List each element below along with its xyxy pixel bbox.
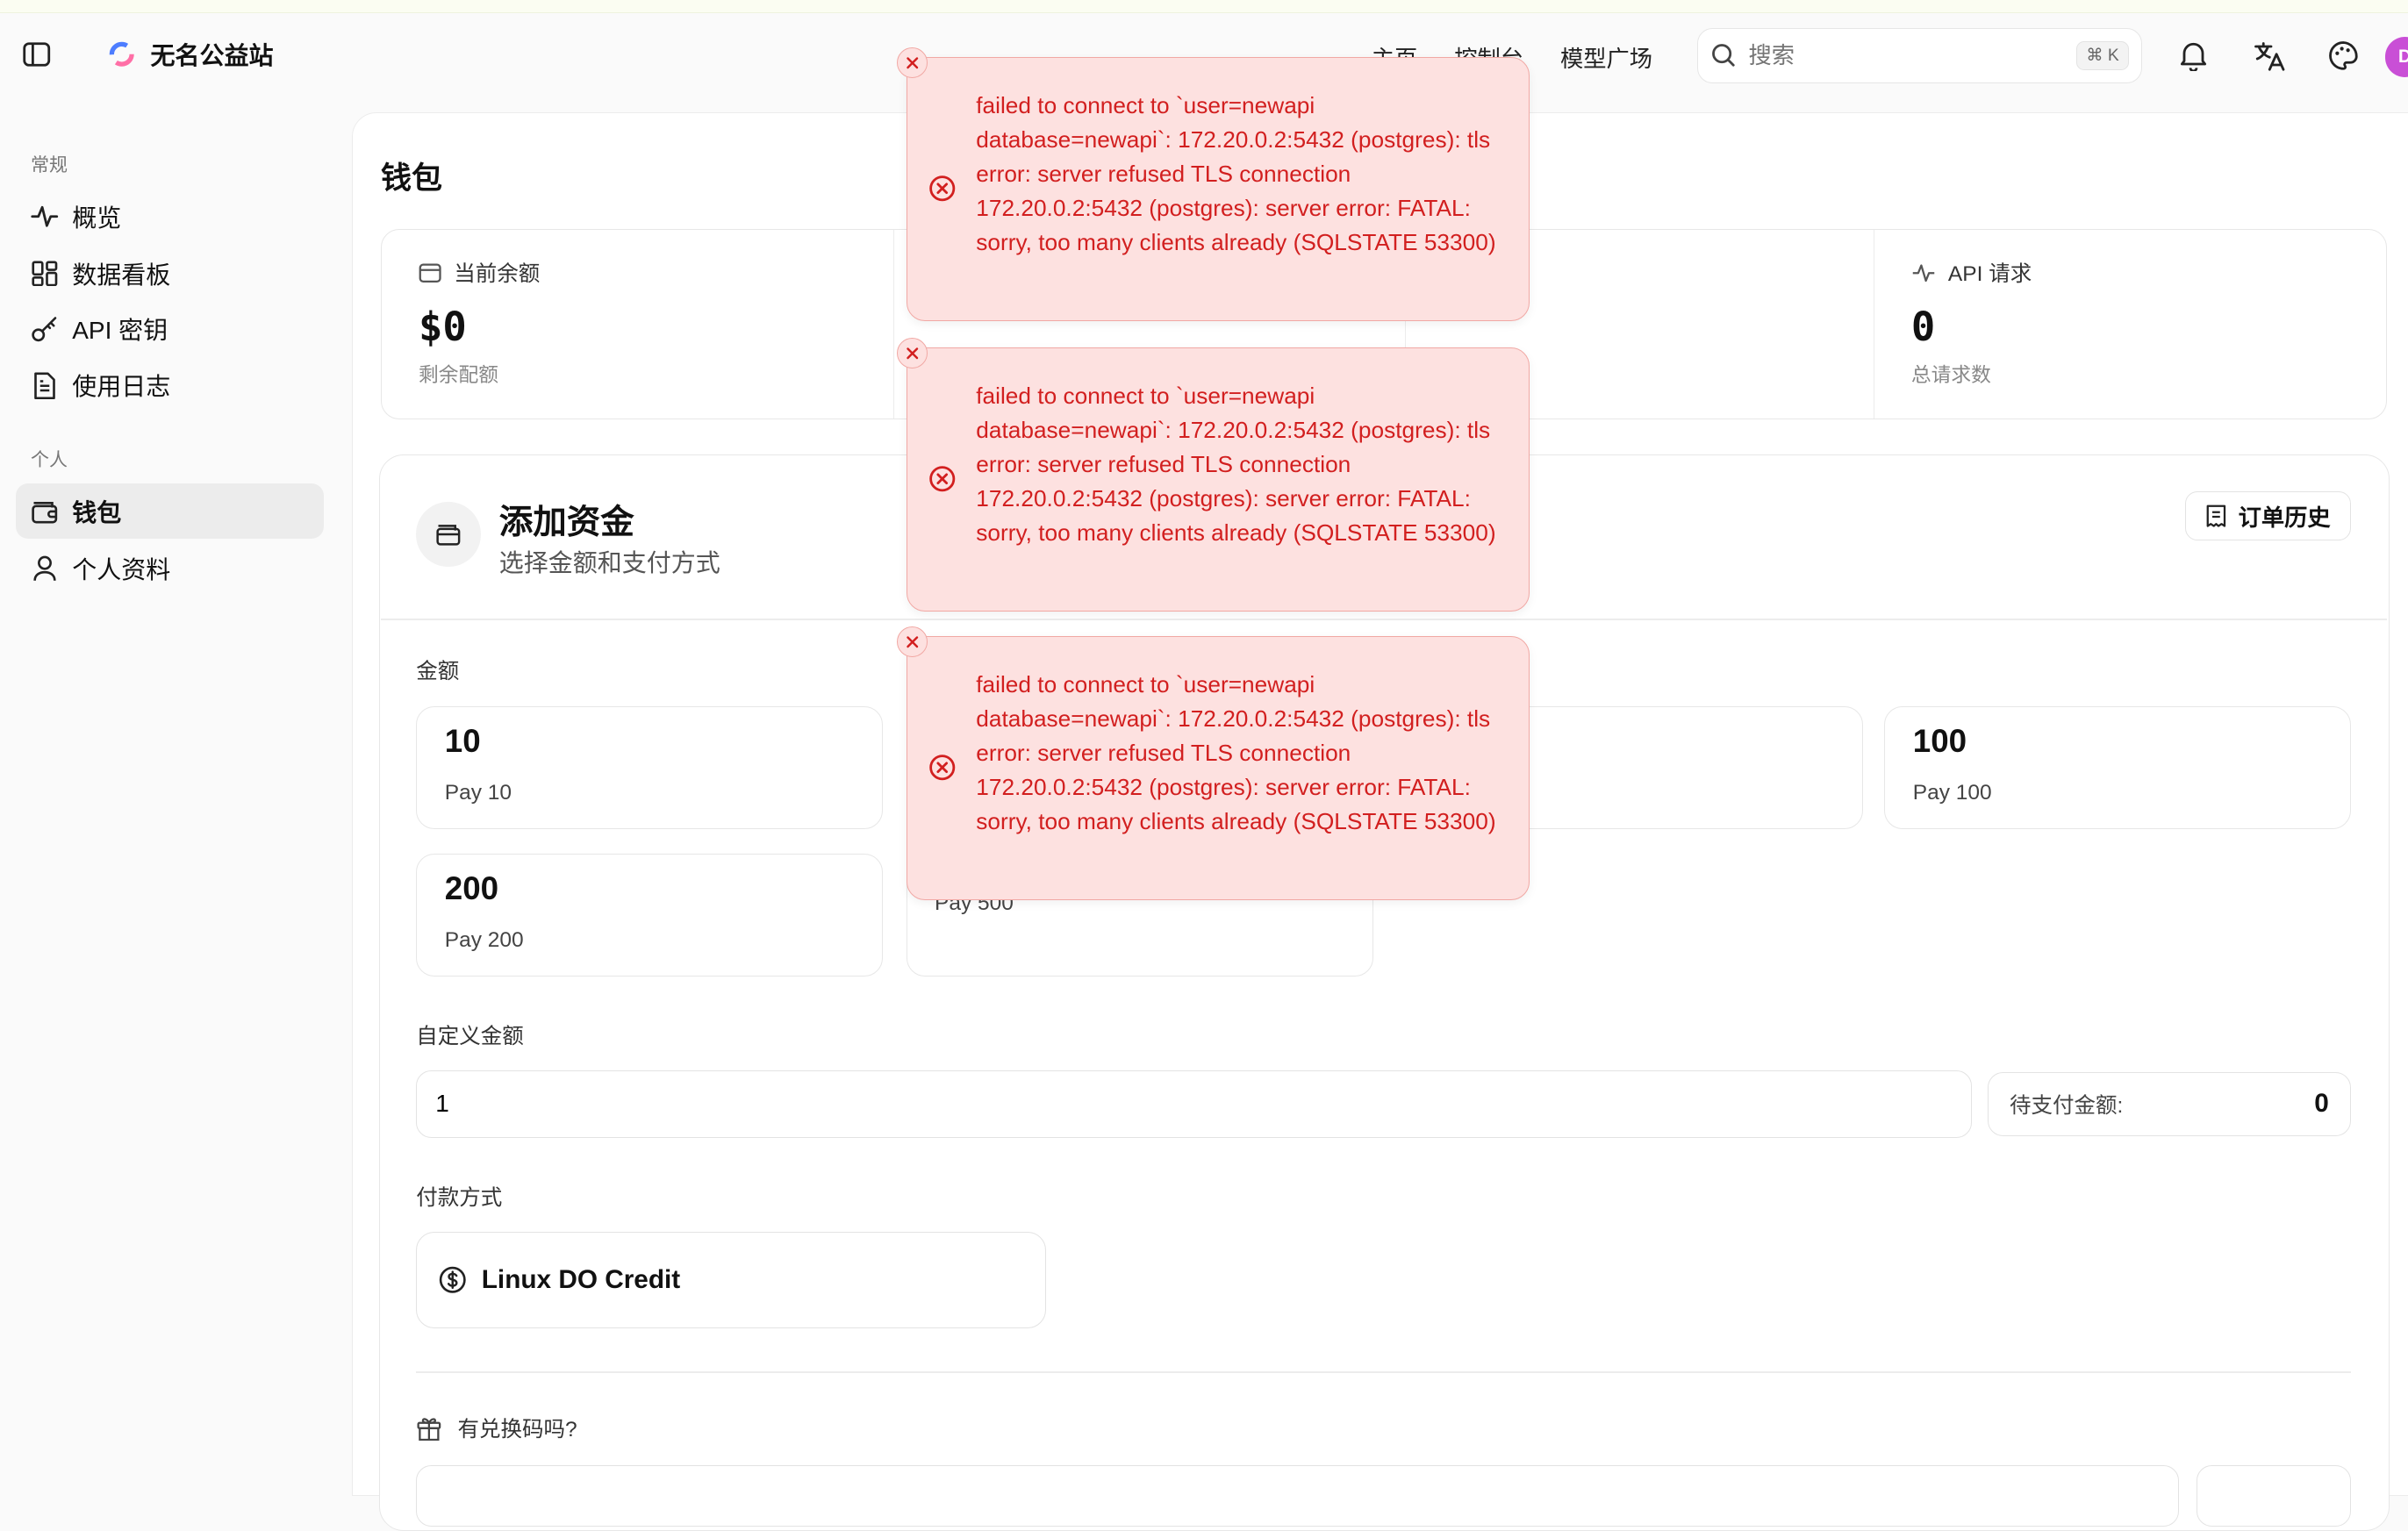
activity-icon xyxy=(31,203,59,231)
amount-option-200[interactable]: 200 Pay 200 xyxy=(416,854,884,977)
sidebar-section-general: 常规 xyxy=(31,154,68,175)
search-box[interactable]: ⌘ K xyxy=(1696,27,2143,83)
stat-label: 当前余额 xyxy=(454,262,541,287)
amount-value: 200 xyxy=(444,869,499,906)
sidebar-item-wallet[interactable]: 钱包 xyxy=(15,483,325,540)
search-icon xyxy=(1710,42,1737,68)
topup-card xyxy=(379,454,2390,1531)
top-progress-strip xyxy=(0,0,2408,13)
error-circle-icon xyxy=(928,754,957,782)
topup-title: 添加资金 xyxy=(498,503,634,541)
order-history-label: 订单历史 xyxy=(2238,504,2331,531)
close-icon[interactable] xyxy=(897,626,928,657)
section-divider xyxy=(416,1370,2352,1373)
sidebar-section-personal: 个人 xyxy=(31,449,68,470)
sidebar-item-label: 个人资料 xyxy=(72,555,171,583)
error-toast: failed to connect to `user=newapi databa… xyxy=(906,635,1530,900)
redeem-label: 有兑换码吗? xyxy=(457,1418,577,1442)
sidebar-item-profile[interactable]: 个人资料 xyxy=(16,540,325,596)
error-message: failed to connect to `user=newapi databa… xyxy=(976,91,1496,255)
wallet-icon xyxy=(419,262,441,284)
close-icon[interactable] xyxy=(897,338,928,368)
stat-label: API 请求 xyxy=(1947,262,2032,287)
card-divider xyxy=(381,619,2387,620)
stat-value: 0 xyxy=(1910,303,1936,350)
amount-option-10[interactable]: 10 Pay 10 xyxy=(416,706,884,829)
error-toast: failed to connect to `user=newapi databa… xyxy=(906,56,1530,321)
order-history-button[interactable]: 订单历史 xyxy=(2185,491,2352,540)
amount-label: 金额 xyxy=(416,659,460,683)
translate-icon[interactable] xyxy=(2252,37,2289,74)
redeem-button[interactable] xyxy=(2196,1464,2352,1527)
pending-value: 0 xyxy=(2314,1089,2329,1119)
search-input[interactable] xyxy=(1745,39,2059,71)
site-name[interactable]: 无名公益站 xyxy=(151,37,274,72)
custom-amount-label: 自定义金额 xyxy=(416,1025,524,1048)
sidebar-item-overview[interactable]: 概览 xyxy=(16,189,325,244)
amount-option-100[interactable]: 100 Pay 100 xyxy=(1884,706,2352,829)
stat-sub: 总请求数 xyxy=(1910,363,1991,387)
dashboard-icon xyxy=(31,260,59,288)
redeem-code-section: 有兑换码吗? xyxy=(416,1413,577,1443)
amount-value: 100 xyxy=(1912,722,1967,759)
sidebar-item-label: API 密钥 xyxy=(72,316,168,344)
stat-value: $0 xyxy=(419,303,467,350)
wallet-icon xyxy=(31,497,59,526)
palette-icon[interactable] xyxy=(2326,37,2362,74)
topup-subtitle: 选择金额和支付方式 xyxy=(498,548,720,576)
sidebar-toggle-icon[interactable] xyxy=(22,39,53,70)
site-logo-icon xyxy=(108,40,136,68)
error-toast: failed to connect to `user=newapi databa… xyxy=(906,347,1530,612)
pending-amount: 待支付金额: 0 xyxy=(1987,1071,2352,1136)
payment-method-label: 付款方式 xyxy=(416,1185,503,1210)
activity-icon xyxy=(1911,262,1936,284)
error-circle-icon xyxy=(928,175,957,203)
amount-pay: Pay 10 xyxy=(444,781,512,805)
user-icon xyxy=(31,554,59,583)
receipt-icon xyxy=(2206,504,2226,527)
sidebar-item-label: 使用日志 xyxy=(72,373,171,401)
sidebar-item-usage-logs[interactable]: 使用日志 xyxy=(16,358,325,413)
file-text-icon xyxy=(31,371,59,400)
sidebar-item-label: 钱包 xyxy=(72,498,122,526)
avatar[interactable]: D xyxy=(2384,37,2408,77)
payment-method-option[interactable]: Linux DO Credit xyxy=(416,1231,1046,1328)
dollar-circle-icon xyxy=(439,1266,467,1294)
sidebar-item-label: 概览 xyxy=(72,204,122,232)
amount-pay: Pay 200 xyxy=(444,928,524,952)
sidebar-item-label: 数据看板 xyxy=(72,261,171,289)
error-message: failed to connect to `user=newapi databa… xyxy=(976,670,1496,834)
search-shortcut: ⌘ K xyxy=(2075,40,2130,70)
wallet-icon xyxy=(416,502,481,567)
amount-value: 10 xyxy=(444,722,481,759)
amount-pay: Pay 100 xyxy=(1912,781,1992,805)
page-title: 钱包 xyxy=(381,161,443,196)
payment-method-name: Linux DO Credit xyxy=(481,1264,681,1294)
nav-model-square[interactable]: 模型广场 xyxy=(1560,40,1652,74)
key-icon xyxy=(31,315,59,343)
header-brand: 无名公益站 xyxy=(22,37,274,72)
error-circle-icon xyxy=(928,465,957,493)
stat-current-balance: 当前余额 $0 剩余配额 xyxy=(382,229,894,419)
sidebar-item-dashboard[interactable]: 数据看板 xyxy=(16,246,325,301)
custom-amount-input[interactable] xyxy=(416,1070,1972,1138)
pending-label: 待支付金额: xyxy=(2010,1093,2124,1118)
sidebar-item-api-keys[interactable]: API 密钥 xyxy=(16,301,325,356)
gift-icon xyxy=(416,1415,442,1442)
stat-api-requests: API 请求 0 总请求数 xyxy=(1874,230,2386,419)
stat-sub: 剩余配额 xyxy=(419,363,498,387)
error-message: failed to connect to `user=newapi databa… xyxy=(976,382,1496,546)
bell-icon[interactable] xyxy=(2175,37,2211,74)
redeem-code-input[interactable] xyxy=(416,1464,2180,1527)
